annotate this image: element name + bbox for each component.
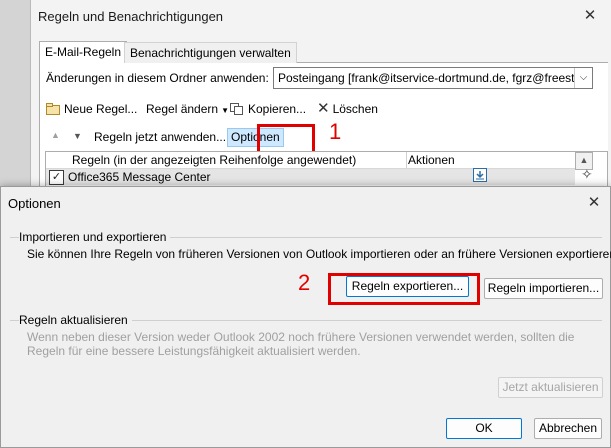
copy-rule-label: Kopieren... <box>248 102 307 116</box>
change-rule-button[interactable]: Regel ändern ▼ <box>146 100 229 118</box>
cancel-button[interactable]: Abbrechen <box>534 418 602 439</box>
column-header-actions[interactable]: Aktionen <box>408 152 455 168</box>
options-dialog-title: Optionen <box>8 196 61 211</box>
dropdown-arrow-icon: ▼ <box>221 106 229 115</box>
tab-manage-notifications[interactable]: Benachrichtigungen verwalten <box>124 42 297 63</box>
copy-rule-button[interactable]: Kopieren... <box>230 100 306 118</box>
ok-button[interactable]: OK <box>446 418 522 439</box>
folder-select[interactable]: Posteingang [frank@itservice-dortmund.de… <box>273 67 593 89</box>
new-rule-button[interactable]: Neue Regel... <box>46 100 137 118</box>
import-export-group-title: Importieren und exportieren <box>19 230 171 244</box>
new-rule-icon <box>46 103 60 115</box>
folder-label: Änderungen in diesem Ordner anwenden: <box>46 71 269 85</box>
rule-name: Office365 Message Center <box>68 170 211 184</box>
rule-enabled-checkbox[interactable]: ✓ <box>49 170 64 185</box>
callout-highlight-2 <box>328 273 480 305</box>
import-rules-button[interactable]: Regeln importieren... <box>484 278 603 299</box>
callout-number-1: 1 <box>329 119 342 144</box>
move-to-folder-icon <box>473 168 487 182</box>
column-header-rules[interactable]: Regeln (in der angezeigten Reihenfolge a… <box>68 152 407 168</box>
callout-number-2: 2 <box>298 270 311 295</box>
rules-window: Regeln und Benachrichtigungen ✕ E-Mail-R… <box>30 0 611 203</box>
move-up-arrow-icon[interactable]: ▲ <box>51 130 60 140</box>
update-rules-group-title: Regeln aktualisieren <box>19 313 132 327</box>
tab-email-rules[interactable]: E-Mail-Regeln <box>39 41 128 63</box>
update-rules-description: Wenn neben dieser Version weder Outlook … <box>27 330 575 358</box>
apply-rules-now-button[interactable]: Regeln jetzt anwenden... <box>94 128 226 146</box>
delete-rule-label: Löschen <box>332 102 378 116</box>
chevron-down-icon[interactable]: ⌵ <box>574 68 592 88</box>
new-rule-label: Neue Regel... <box>64 102 138 116</box>
delete-rule-button[interactable]: ✕ Löschen <box>317 100 378 118</box>
options-dialog-close-icon[interactable]: ✕ <box>582 193 606 213</box>
callout-highlight-1 <box>257 124 315 154</box>
rules-window-title: Regeln und Benachrichtigungen <box>38 9 224 24</box>
update-now-button[interactable]: Jetzt aktualisieren <box>498 377 603 398</box>
copy-icon <box>230 103 243 115</box>
folder-select-value: Posteingang [frank@itservice-dortmund.de… <box>278 71 581 85</box>
move-down-arrow-icon[interactable]: ▼ <box>73 131 82 141</box>
delete-x-icon: ✕ <box>317 100 330 117</box>
rule-settings-icon[interactable]: ✧ <box>581 166 593 183</box>
rules-window-close-icon[interactable]: ✕ <box>579 6 601 26</box>
import-export-description: Sie können Ihre Regeln von früheren Vers… <box>27 247 611 261</box>
change-rule-label: Regel ändern <box>146 102 219 116</box>
